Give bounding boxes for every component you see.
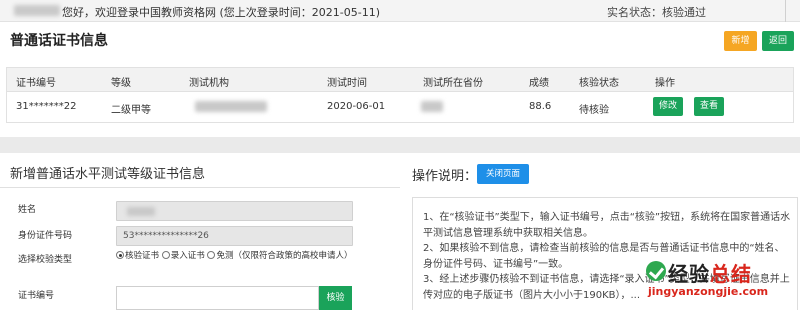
table-header: 证书编号 等级 测试机构 测试时间 测试所在省份 成绩 核验状态 操作: [7, 68, 793, 92]
radio-enter-cert[interactable]: 录入证书: [161, 251, 205, 261]
checkmark-icon: [646, 261, 666, 281]
header-org: 测试机构: [189, 78, 229, 89]
name-label: 姓名: [18, 205, 37, 215]
instruction-line: 1、在“核验证书”类型下，输入证书编号，点击“核验”按钮，系统将在国家普通话水平…: [423, 212, 791, 239]
view-button[interactable]: 查看: [694, 97, 724, 116]
name-field[interactable]: [116, 201, 353, 221]
add-button[interactable]: 新增: [724, 31, 757, 51]
radio-exempt[interactable]: 免测（仅限符合政策的高校申请人）: [207, 251, 352, 261]
cell-date: 2020-06-01: [327, 101, 386, 112]
cert-no-label: 证书编号: [18, 291, 55, 301]
topbar-divider: [785, 0, 800, 22]
form-title-underline: [0, 187, 400, 188]
top-bar: 您好，欢迎登录中国教师资格网 (您上次登录时间：2021-05-11) 实名状态…: [0, 0, 800, 22]
close-page-button[interactable]: 关闭页面: [477, 164, 529, 184]
verification-status: 实名状态：核验通过: [607, 6, 706, 19]
header-score: 成绩: [529, 78, 549, 89]
cert-no-input[interactable]: [116, 286, 319, 310]
modify-button[interactable]: 修改: [653, 97, 683, 116]
header-cert-no: 证书编号: [16, 78, 56, 89]
header-date: 测试时间: [327, 78, 367, 89]
id-number-label: 身份证件号码: [18, 231, 73, 241]
page-title: 普通话证书信息: [10, 33, 108, 49]
header-status: 核验状态: [579, 78, 619, 89]
watermark-logo: 经验总结 jingyanzongjie.com: [646, 258, 796, 306]
table-row: 31*******22 二级甲等 2020-06-01 88.6 待核验 修改 …: [7, 92, 793, 122]
header-actions: 操作: [655, 78, 675, 89]
watermark-text: 经验总结: [668, 262, 752, 286]
cell-level: 二级甲等: [111, 105, 151, 116]
section-divider: [0, 137, 800, 153]
radio-unchecked-icon: [161, 251, 170, 259]
welcome-text: 您好，欢迎登录中国教师资格网 (您上次登录时间：2021-05-11): [62, 6, 381, 19]
id-number-field[interactable]: 53**************26: [116, 226, 353, 246]
masked-username: [14, 5, 60, 16]
watermark-url: jingyanzongjie.com: [648, 285, 769, 298]
header-level: 等级: [111, 78, 131, 89]
verify-button[interactable]: 核验: [319, 286, 352, 310]
cell-status: 待核验: [579, 105, 609, 116]
instructions-title: 操作说明：: [412, 169, 478, 184]
form-title: 新增普通话水平测试等级证书信息: [10, 167, 206, 182]
verify-type-radio-group: 核验证书 录入证书 免测（仅限符合政策的高校申请人）: [116, 250, 356, 262]
radio-verify-cert[interactable]: 核验证书: [116, 251, 159, 261]
masked-org: [195, 101, 267, 112]
cell-cert-no: 31*******22: [16, 101, 77, 112]
radio-checked-icon: [116, 251, 124, 259]
masked-name: [127, 207, 155, 216]
radio-unchecked-icon: [207, 251, 216, 259]
verify-type-label: 选择校验类型: [18, 255, 73, 265]
header-province: 测试所在省份: [423, 78, 483, 89]
cell-score: 88.6: [529, 101, 552, 112]
back-button[interactable]: 返回: [762, 31, 794, 51]
certificate-table: 证书编号 等级 测试机构 测试时间 测试所在省份 成绩 核验状态 操作 31**…: [6, 67, 794, 123]
masked-province: [421, 101, 443, 112]
